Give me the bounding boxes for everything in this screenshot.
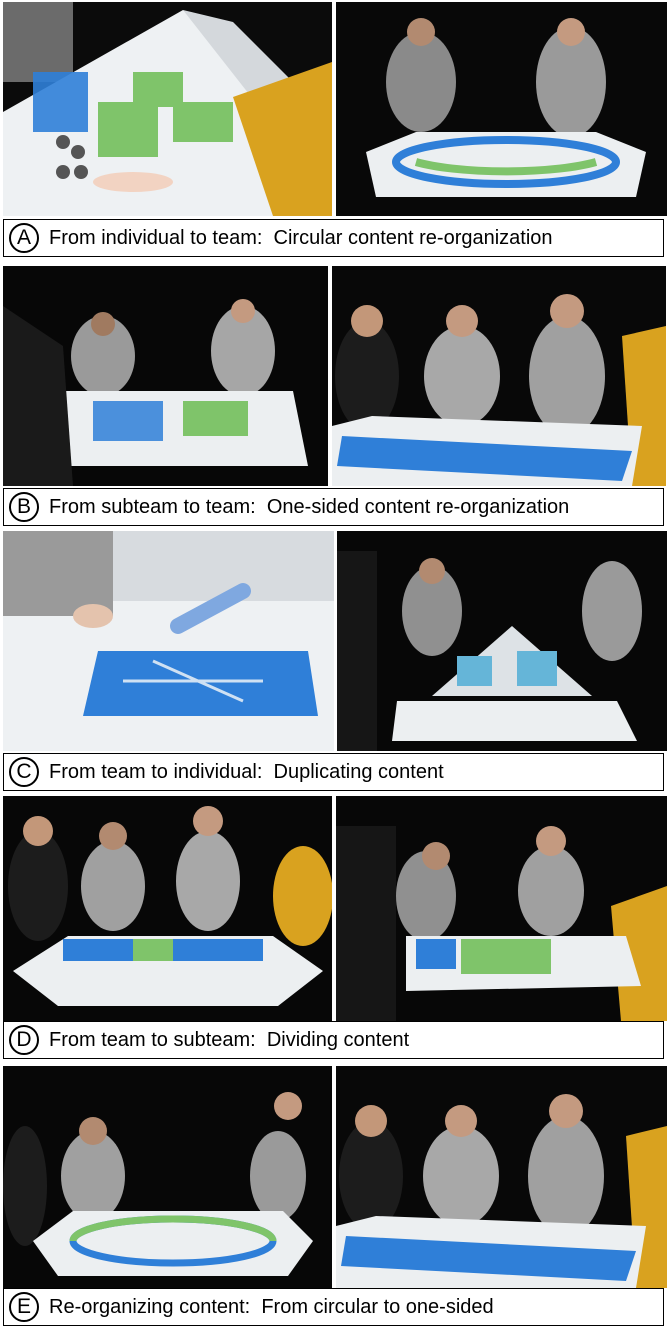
caption-a: A From individual to team: Circular cont… xyxy=(3,219,664,257)
photo-e-left-circular xyxy=(3,1066,332,1288)
caption-text-d: From team to subteam: Dividing content xyxy=(49,1028,410,1051)
label-d: D xyxy=(9,1025,39,1055)
caption-c: C From team to individual: Duplicating c… xyxy=(3,753,664,791)
photo-a-left-pyramid-touch xyxy=(3,2,332,216)
photo-b-right-team xyxy=(332,266,666,486)
photo-c-right-pyramid xyxy=(337,531,667,751)
photo-d-right-subteam xyxy=(336,796,667,1021)
photo-b-left-subteam xyxy=(3,266,328,486)
label-a: A xyxy=(9,223,39,253)
label-e: E xyxy=(9,1292,39,1322)
caption-text-a: From individual to team: Circular conten… xyxy=(49,226,553,249)
caption-e: E Re-organizing content: From circular t… xyxy=(3,1288,664,1326)
caption-b: B From subteam to team: One-sided conten… xyxy=(3,488,664,526)
caption-text-e: Re-organizing content: From circular to … xyxy=(49,1295,494,1318)
caption-text-c: From team to individual: Duplicating con… xyxy=(49,760,444,783)
label-b: B xyxy=(9,492,39,522)
photo-a-right-circular-table xyxy=(336,2,667,216)
label-c: C xyxy=(9,757,39,787)
photo-d-left-team-table xyxy=(3,796,332,1021)
photo-c-left-hand-tile xyxy=(3,531,334,751)
photo-e-right-one-sided xyxy=(336,1066,667,1288)
caption-text-b: From subteam to team: One-sided content … xyxy=(49,495,570,518)
caption-d: D From team to subteam: Dividing content xyxy=(3,1021,664,1059)
